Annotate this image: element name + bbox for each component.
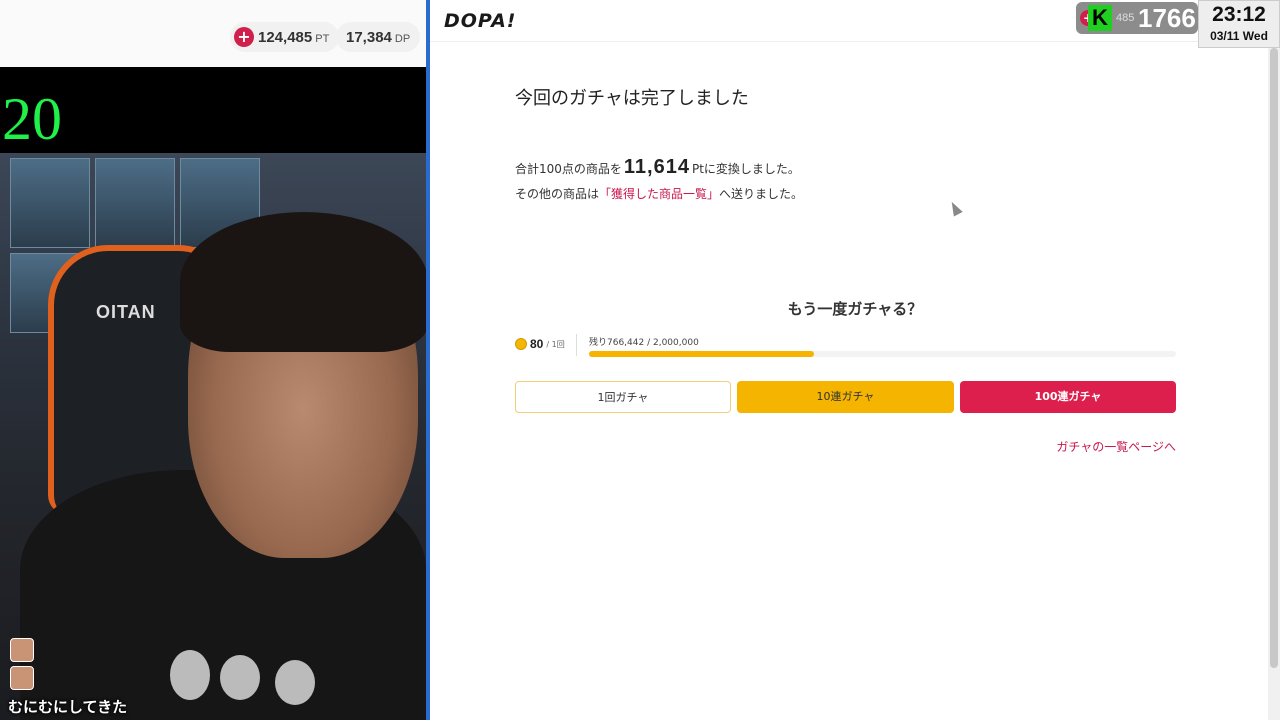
- single-gacha-button[interactable]: 1回ガチャ: [515, 381, 731, 413]
- cost-unit: / 1回: [546, 339, 565, 349]
- dp-value: 17,384: [346, 28, 392, 46]
- points-chip: + 124,485 PT: [230, 22, 340, 52]
- k-icon: K: [1088, 5, 1112, 31]
- conversion-message: 合計100点の商品を 11,614 Ptに変換しました。: [515, 156, 800, 179]
- points-unit: PT: [315, 32, 330, 45]
- conversion-amount: 11,614: [623, 156, 690, 178]
- stock-remaining: 残り766,442 / 2,000,000: [589, 335, 699, 348]
- clock-time: 23:12: [1212, 3, 1266, 26]
- points-header: + 124,485 PT 17,384 DP: [0, 0, 426, 67]
- plus-icon: +: [234, 27, 254, 47]
- remaining-label: 残り766,442: [589, 338, 645, 348]
- coin-icon: [515, 338, 527, 350]
- sticker-figure: [170, 650, 210, 700]
- dp-chip: 17,384 DP: [336, 22, 421, 52]
- browser-page: DOPA! + K 485 1766 23:12 03/11 Wed 今回のガチ…: [430, 0, 1280, 720]
- points-value: 124,485: [258, 28, 313, 46]
- person-hair: [180, 212, 426, 352]
- stream-panel: + 124,485 PT 17,384 DP 20 OITAN むにむにしてきた: [0, 0, 426, 720]
- page-title: 今回のガチャは完了しました: [515, 88, 749, 109]
- stream-subtitle: むにむにしてきた: [8, 698, 128, 716]
- divider: [576, 334, 577, 356]
- mouse-cursor-icon: [947, 199, 963, 217]
- overlay-count: 1766: [1138, 3, 1196, 33]
- sticker-figure: [220, 655, 260, 700]
- clock-overlay: 23:12 03/11 Wed: [1198, 0, 1280, 48]
- conversion-prefix: 合計100点の商品を: [515, 162, 622, 176]
- remaining-total: / 2,000,000: [647, 338, 699, 348]
- gacha-counter: 20: [2, 86, 62, 152]
- avatar: [10, 666, 34, 690]
- dp-unit: DP: [394, 32, 411, 45]
- conversion-suffix: Ptに変換しました。: [691, 162, 800, 176]
- clock-date: 03/11 Wed: [1210, 29, 1268, 43]
- retry-title: もう一度ガチャる？: [787, 300, 923, 318]
- viewer-counter-overlay: + K 485 1766: [1076, 2, 1198, 34]
- acquired-items-link[interactable]: 「獲得した商品一覧」: [599, 187, 719, 201]
- cost-display: 80 / 1回: [515, 337, 565, 351]
- sent-prefix: その他の商品は: [515, 187, 600, 201]
- scrollbar-thumb[interactable]: [1270, 48, 1278, 668]
- site-logo[interactable]: DOPA!: [444, 10, 516, 32]
- sticker-figure: [275, 660, 315, 705]
- hundred-gacha-button[interactable]: 100連ガチャ: [960, 381, 1176, 413]
- counter-box: [0, 67, 426, 153]
- gacha-list-link[interactable]: ガチャの一覧ページへ: [1056, 438, 1176, 455]
- stock-progress-bar: [589, 351, 1176, 357]
- ten-gacha-button[interactable]: 10連ガチャ: [737, 381, 954, 413]
- shelf-2: [95, 158, 175, 248]
- sent-message: その他の商品は「獲得した商品一覧」へ送りました。: [515, 185, 803, 202]
- sent-suffix: へ送りました。: [719, 187, 804, 201]
- chair-logo: OITAN: [96, 302, 156, 322]
- cost-value: 80: [530, 337, 544, 351]
- shelf-1: [10, 158, 90, 248]
- avatar: [10, 638, 34, 662]
- stock-progress-fill: [589, 351, 814, 357]
- overlay-small-text: 485: [1116, 12, 1135, 24]
